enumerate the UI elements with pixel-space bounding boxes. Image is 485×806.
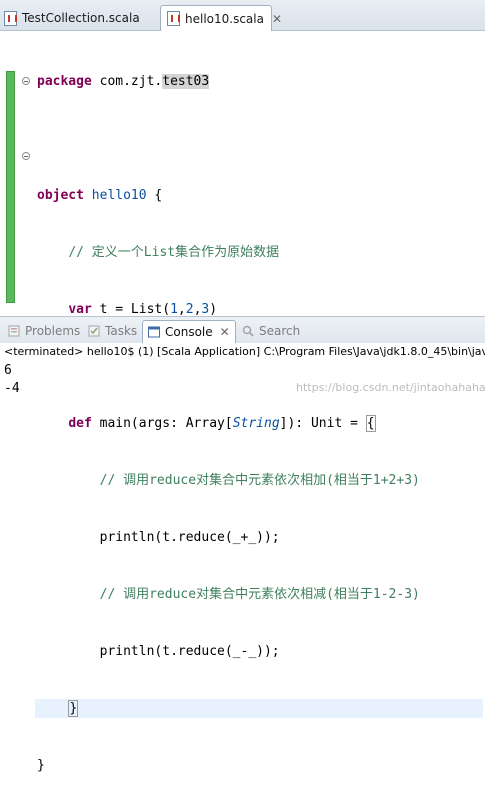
tab-testcollection[interactable]: TestCollection.scala (4, 6, 140, 30)
editor-ruler (0, 31, 20, 314)
code-line: println(t.reduce(_-_)); (99, 644, 280, 659)
search-icon (242, 325, 254, 337)
code-editor[interactable]: package com.zjt.test03 object hello10 { … (0, 31, 485, 773)
code-content[interactable]: package com.zjt.test03 object hello10 { … (35, 34, 483, 806)
tab-problems[interactable]: Problems (8, 322, 80, 340)
code-line: package com.zjt.test03 (37, 74, 210, 89)
console-line: -4 (4, 381, 20, 396)
scala-file-icon (167, 11, 180, 26)
tab-search[interactable]: Search (242, 322, 300, 340)
view-tab-bar: Problems Tasks Console ✕ Search (0, 316, 485, 344)
code-line: def main(args: Array[String]): Unit = { (68, 415, 376, 432)
problems-icon (8, 325, 20, 337)
editor-tab-bar: TestCollection.scala hello10.scala ✕ (0, 0, 485, 31)
scala-file-icon (4, 10, 17, 26)
fold-icon[interactable] (22, 152, 30, 160)
code-line: } (37, 758, 45, 773)
close-icon[interactable]: ✕ (272, 12, 282, 26)
console-output[interactable]: 6 -4 (4, 362, 20, 398)
tasks-icon (88, 325, 100, 337)
code-line: // 定义一个List集合作为原始数据 (68, 245, 280, 260)
tab-label: TestCollection.scala (22, 11, 140, 25)
code-line: object hello10 { (37, 188, 163, 203)
console-line: 6 (4, 363, 12, 378)
change-marker (6, 71, 15, 303)
console-status: <terminated> hello10$ (1) [Scala Applica… (0, 343, 485, 361)
code-line: // 调用reduce对集合中元素依次相加(相当于1+2+3) (99, 473, 420, 488)
code-line: // 调用reduce对集合中元素依次相减(相当于1-2-3) (99, 587, 420, 602)
tab-hello10[interactable]: hello10.scala ✕ (160, 5, 282, 31)
watermark: https://blog.csdn.net/jintaohahahaha (296, 381, 485, 394)
tab-console[interactable]: Console ✕ (142, 320, 236, 343)
console-icon (148, 326, 160, 338)
code-line-current: } (35, 699, 483, 718)
fold-icon[interactable] (22, 77, 30, 85)
tab-label: hello10.scala (185, 11, 264, 26)
tab-tasks[interactable]: Tasks (88, 322, 137, 340)
close-icon[interactable]: ✕ (220, 325, 230, 339)
code-line: println(t.reduce(_+_)); (99, 530, 280, 545)
